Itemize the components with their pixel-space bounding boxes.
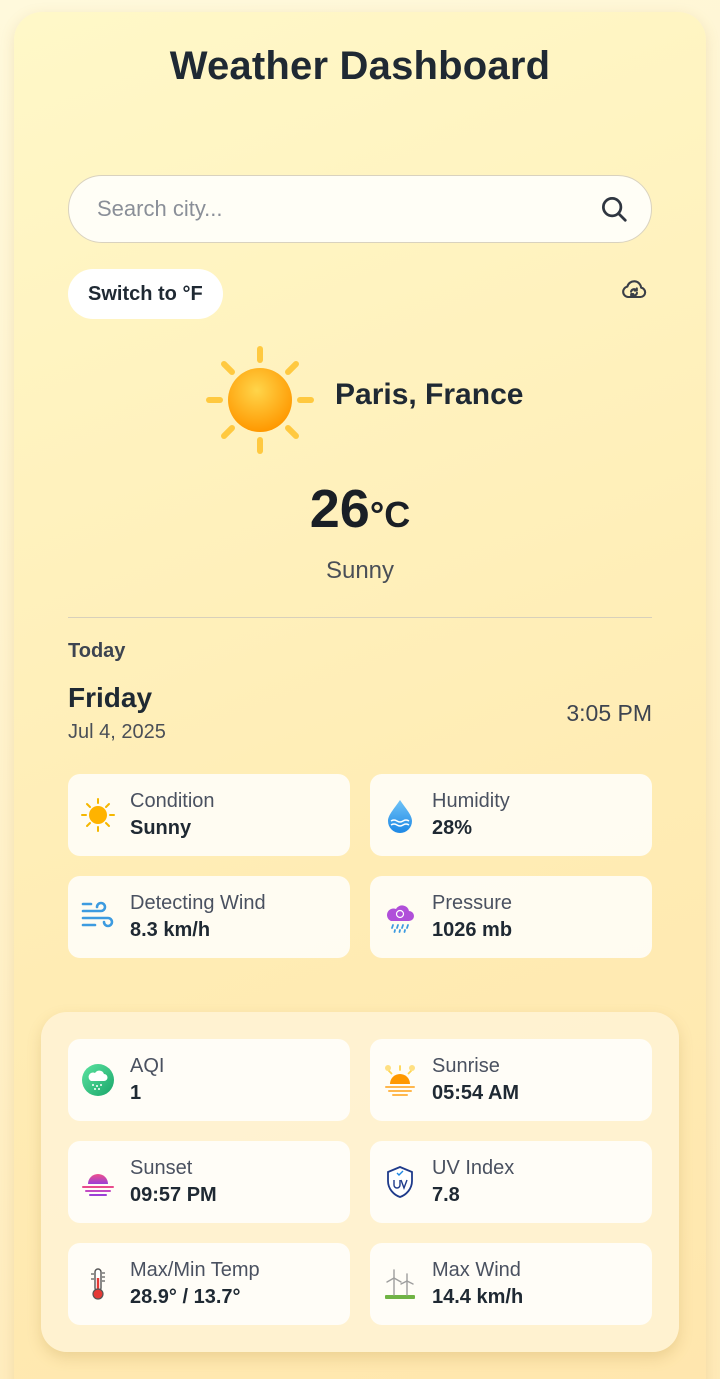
day-name: Friday xyxy=(68,682,153,713)
detail-label: Max Wind xyxy=(432,1259,521,1281)
detail-card-sunrise: Sunrise 05:54 AM xyxy=(370,1039,652,1121)
detail-card-aqi: AQI 1 xyxy=(68,1039,350,1121)
date-text: Jul 4, 2025 xyxy=(68,721,166,743)
detail-label: Sunset xyxy=(130,1157,193,1179)
stat-value: Sunny xyxy=(130,817,192,839)
detail-value: 7.8 xyxy=(432,1184,460,1206)
sunset-icon xyxy=(82,1174,114,1196)
thermometer-icon xyxy=(91,1268,105,1300)
wind-icon xyxy=(81,901,114,928)
stat-value: 28% xyxy=(432,817,473,839)
divider xyxy=(68,617,652,618)
sun-icon xyxy=(206,346,314,454)
stat-label: Detecting Wind xyxy=(130,892,266,914)
stat-label: Pressure xyxy=(432,892,513,914)
detail-label: Sunrise xyxy=(432,1055,500,1077)
detail-card-max-wind: Max Wind 14.4 km/h xyxy=(370,1243,652,1325)
uv-shield-icon xyxy=(387,1166,413,1198)
pressure-cloud-icon xyxy=(387,905,414,933)
time-text: 3:05 PM xyxy=(566,700,652,726)
sun-icon xyxy=(81,798,115,832)
page-title: Weather Dashboard xyxy=(169,44,551,88)
search-bar[interactable] xyxy=(68,175,652,243)
stat-card-humidity: Humidity 28% xyxy=(370,774,652,856)
current-condition: Sunny xyxy=(325,557,395,584)
temperature-value: 26 xyxy=(309,479,370,539)
unit-toggle-button[interactable]: Switch to °F xyxy=(68,269,223,319)
water-drop-icon xyxy=(388,800,412,833)
today-label: Today xyxy=(68,640,126,662)
detail-card-sunset: Sunset 09:57 PM xyxy=(68,1141,350,1223)
stat-value: 1026 mb xyxy=(432,919,513,941)
stat-card-wind: Detecting Wind 8.3 km/h xyxy=(68,876,350,958)
search-input[interactable] xyxy=(97,196,599,222)
stat-card-condition: Condition Sunny xyxy=(68,774,350,856)
stat-value: 8.3 km/h xyxy=(130,919,211,941)
sunrise-icon xyxy=(385,1065,415,1096)
detail-card-max-min-temp: Max/Min Temp 28.9° / 13.7° xyxy=(68,1243,350,1325)
detail-card-uv-index: UV Index 7.8 xyxy=(370,1141,652,1223)
current-temperature: 26°C xyxy=(0,478,720,540)
detail-value: 09:57 PM xyxy=(130,1184,217,1206)
detail-label: Max/Min Temp xyxy=(130,1259,260,1281)
stat-label: Condition xyxy=(130,790,215,812)
cloud-sync-icon[interactable] xyxy=(620,276,648,304)
detail-label: UV Index xyxy=(432,1157,515,1179)
city-name: Paris, France xyxy=(335,378,524,411)
detail-label: AQI xyxy=(130,1055,165,1077)
wind-turbine-icon xyxy=(385,1269,415,1299)
temperature-unit: °C xyxy=(369,494,411,535)
detail-value: 05:54 AM xyxy=(432,1082,520,1104)
detail-value: 28.9° / 13.7° xyxy=(130,1286,241,1308)
aqi-icon xyxy=(82,1064,114,1096)
detail-value: 1 xyxy=(130,1082,142,1104)
search-icon[interactable] xyxy=(599,194,629,224)
stat-label: Humidity xyxy=(432,790,510,812)
detail-value: 14.4 km/h xyxy=(432,1286,524,1308)
stat-card-pressure: Pressure 1026 mb xyxy=(370,876,652,958)
